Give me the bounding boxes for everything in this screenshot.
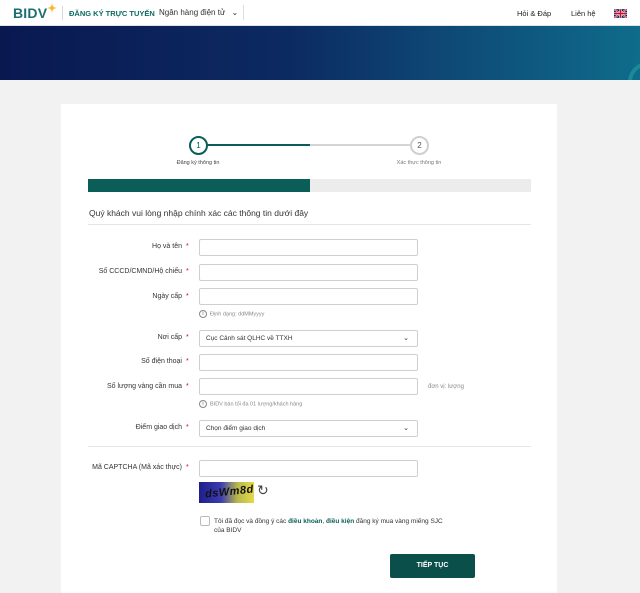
chevron-down-icon: ⌄ <box>231 8 239 17</box>
phone-label: Số điện thoại <box>141 358 182 365</box>
step-2-label: Xác thực thông tin <box>396 160 442 166</box>
issue-date-input[interactable] <box>200 293 417 308</box>
full-name-input[interactable] <box>200 244 417 259</box>
full-name-field[interactable] <box>199 239 418 259</box>
captcha-input[interactable] <box>200 465 417 480</box>
required-marker: * <box>186 268 189 275</box>
quantity-label: Số lượng vàng cần mua <box>106 383 182 390</box>
required-marker: * <box>186 424 189 431</box>
chevron-down-icon: ⌄ <box>403 335 409 342</box>
stepper-line-pending <box>310 144 410 146</box>
phone-input[interactable] <box>200 359 417 374</box>
id-number-field[interactable] <box>199 264 418 284</box>
online-registration-title: ĐĂNG KÝ TRỰC TUYẾN <box>69 9 155 18</box>
faq-link[interactable]: Hỏi & Đáp <box>517 9 551 18</box>
form-instructions: Quý khách vui lòng nhập chính xác các th… <box>89 208 309 218</box>
terms-text: Tôi đã đọc và đồng ý các điều khoản, điề… <box>214 517 446 535</box>
top-navigation-bar: BIDV ĐĂNG KÝ TRỰC TUYẾN Ngân hàng điện t… <box>0 0 640 26</box>
branch-selected: Chọn điểm giao dịch <box>206 425 266 432</box>
logo-divider <box>62 6 63 20</box>
captcha-field[interactable] <box>199 460 418 480</box>
stepper-line-complete <box>206 144 310 146</box>
progress-bar <box>88 179 531 192</box>
divider <box>88 224 531 225</box>
issue-date-label: Ngày cấp <box>152 293 182 300</box>
full-name-label: Họ và tên <box>152 243 182 250</box>
issue-date-hint: i Định dạng: ddMMyyyy <box>199 310 264 318</box>
step-1-label: Đăng ký thông tin <box>176 160 220 166</box>
quantity-hint: i BIDV bán tối đa 01 lượng/khách hàng <box>199 400 302 408</box>
quantity-field[interactable] <box>199 378 418 398</box>
conditions-link[interactable]: điều kiện <box>326 518 354 525</box>
progress-bar-fill <box>88 179 310 192</box>
branch-label: Điểm giao dịch <box>135 424 182 431</box>
phone-field[interactable] <box>199 354 418 374</box>
captcha-image-text: dsWm8d <box>204 483 254 501</box>
required-marker: * <box>186 464 189 471</box>
step-2-circle: 2 <box>410 136 429 155</box>
hero-banner <box>0 26 640 80</box>
captcha-image: dsWm8d <box>199 482 254 503</box>
captcha-label: Mã CAPTCHA (Mã xác thực) <box>92 464 182 471</box>
logo-star-icon <box>47 3 57 13</box>
header-divider <box>243 5 244 20</box>
quantity-input[interactable] <box>200 383 417 398</box>
required-marker: * <box>186 383 189 390</box>
required-marker: * <box>186 243 189 250</box>
contact-link[interactable]: Liên hệ <box>571 9 596 18</box>
required-marker: * <box>186 334 189 341</box>
issue-place-label: Nơi cấp <box>157 334 182 341</box>
info-icon: i <box>199 310 207 318</box>
step-1-circle: 1 <box>189 136 208 155</box>
en-flag-icon[interactable] <box>614 9 627 18</box>
issue-date-hint-text: Định dạng: ddMMyyyy <box>210 311 265 318</box>
divider <box>88 446 531 447</box>
terms-prefix: Tôi đã đọc và đồng ý các <box>214 518 289 525</box>
issue-place-select[interactable]: Cục Cảnh sát QLHC về TTXH ⌄ <box>199 330 418 347</box>
required-marker: * <box>186 293 189 300</box>
id-number-label: Số CCCD/CMND/Hộ chiếu <box>98 268 182 275</box>
refresh-captcha-icon[interactable]: ↻ <box>257 483 269 497</box>
id-number-input[interactable] <box>200 269 417 284</box>
required-marker: * <box>186 358 189 365</box>
banner-decoration <box>628 62 640 80</box>
continue-button[interactable]: TIẾP TỤC <box>390 554 475 578</box>
quantity-hint-text: BIDV bán tối đa 01 lượng/khách hàng <box>210 401 303 408</box>
chevron-down-icon: ⌄ <box>403 425 409 432</box>
terms-checkbox[interactable] <box>200 516 210 526</box>
issue-date-field[interactable] <box>199 288 418 308</box>
quantity-unit: đơn vị: lượng <box>428 384 464 390</box>
ebanking-dropdown-label: Ngân hàng điện tử <box>159 8 226 17</box>
terms-link[interactable]: điều khoản <box>288 518 322 525</box>
branch-select[interactable]: Chọn điểm giao dịch ⌄ <box>199 420 418 437</box>
info-icon: i <box>199 400 207 408</box>
bidv-logo[interactable]: BIDV <box>13 5 47 21</box>
ebanking-dropdown[interactable]: Ngân hàng điện tử ⌄ <box>159 8 238 17</box>
issue-place-selected: Cục Cảnh sát QLHC về TTXH <box>206 335 293 342</box>
